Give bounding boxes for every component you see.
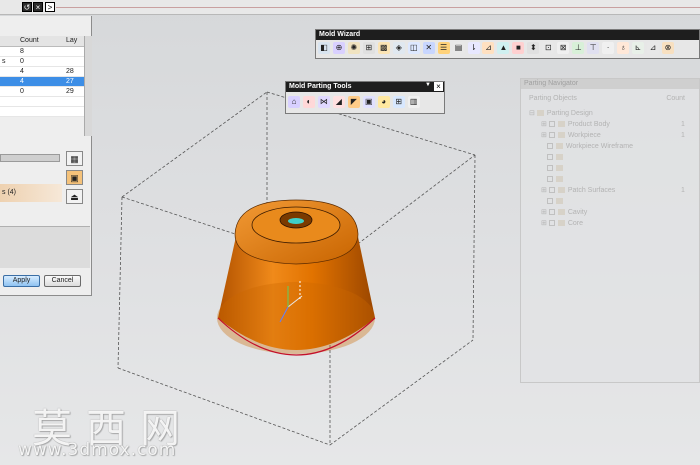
- surface-icon: [557, 187, 565, 194]
- swap-model-icon[interactable]: ⊞: [392, 96, 405, 108]
- cavity-icon: [557, 209, 565, 216]
- pocket-icon[interactable]: ⊤: [587, 42, 600, 54]
- parting-surface-icon[interactable]: ▣: [362, 96, 375, 108]
- sub-insert-icon[interactable]: ▲: [497, 42, 510, 54]
- delete-files-icon[interactable]: ⊗: [661, 42, 674, 54]
- drawing-icon[interactable]: ♁: [617, 42, 630, 54]
- electrode-icon[interactable]: ⊠: [557, 42, 570, 54]
- curves-icon[interactable]: ◐: [302, 96, 315, 108]
- trim-icon[interactable]: ⊥: [572, 42, 585, 54]
- family-mold-icon[interactable]: ◈: [392, 42, 405, 54]
- view-manager-icon[interactable]: ⊿: [646, 42, 659, 54]
- shrinkage-icon[interactable]: ✺: [347, 42, 360, 54]
- mold-wizard-toolbar: Mold Wizard ◧ ⊕ ✺ ⊞ ▩ ◈ ◫ ✕ ☰ ▤ ⇂ ⊿ ▲ ■ …: [315, 29, 700, 59]
- slider-lifter-icon[interactable]: ⊿: [482, 42, 495, 54]
- core-icon: [557, 220, 565, 227]
- cooling-icon[interactable]: ⊡: [542, 42, 555, 54]
- watermark-url: www.3dmox.com: [18, 440, 177, 460]
- backup-surface-icon[interactable]: ▥: [407, 96, 420, 108]
- visibility-checkbox[interactable]: [548, 220, 555, 227]
- product-body: [217, 199, 376, 356]
- cavity-layout-icon[interactable]: ▩: [377, 42, 390, 54]
- mold-wizard-icons: ◧ ⊕ ✺ ⊞ ▩ ◈ ◫ ✕ ☰ ▤ ⇂ ⊿ ▲ ■ ⬍ ⊡ ⊠ ⊥ ⊤ · …: [318, 42, 675, 54]
- list-item[interactable]: [541, 175, 566, 184]
- mold-tools-icon[interactable]: ◫: [407, 42, 420, 54]
- parting-tools-icon[interactable]: ✕: [422, 42, 435, 54]
- nav-item-patch-surfaces[interactable]: ⊞ Patch Surfaces 1: [541, 186, 700, 195]
- parting-navigator: Parting Navigator Parting Objects Count …: [520, 78, 700, 383]
- region-analysis-icon[interactable]: ⌂: [288, 96, 300, 108]
- mold-csys-icon[interactable]: ⊕: [332, 42, 345, 54]
- visibility-checkbox[interactable]: [546, 143, 553, 150]
- parting-tools-title: Mold Parting Tools: [286, 82, 444, 92]
- body-icon: [557, 121, 565, 128]
- runner-icon[interactable]: ⬍: [527, 42, 540, 54]
- ejector-pin-icon[interactable]: ⇂: [467, 42, 480, 54]
- folder-icon: [536, 110, 544, 117]
- gate-icon[interactable]: ■: [512, 42, 525, 54]
- navigator-header: Parting Objects Count: [529, 95, 693, 105]
- toolbar-dropdown-icon[interactable]: ▼: [425, 82, 431, 88]
- workpiece-tool-icon[interactable]: ⊞: [362, 42, 375, 54]
- mold-wizard-title: Mold Wizard: [316, 30, 699, 40]
- nav-item-core[interactable]: ⊞ Core: [541, 219, 583, 228]
- workpiece-icon: [557, 132, 565, 139]
- nav-item-workpiece[interactable]: ⊞ Workpiece 1: [541, 131, 700, 140]
- parting-tools-icons: ⌂ ◐ ⋈ ◢ ◤ ▣ ◕ ⊞ ▥: [288, 96, 421, 108]
- nav-item-parting-design[interactable]: ⊟ Parting Design: [529, 109, 593, 118]
- visibility-checkbox[interactable]: [548, 132, 555, 139]
- project-init-icon[interactable]: ◧: [318, 42, 330, 54]
- nav-item-product-body[interactable]: ⊞ Product Body 1: [541, 120, 700, 129]
- define-regions-icon[interactable]: ◤: [347, 96, 360, 108]
- standard-part-icon[interactable]: ▤: [452, 42, 465, 54]
- wireframe-icon: [555, 143, 563, 150]
- nav-item-cavity[interactable]: ⊞ Cavity: [541, 208, 587, 217]
- mold-base-icon[interactable]: ☰: [437, 42, 450, 54]
- visibility-checkbox[interactable]: [548, 187, 555, 194]
- list-item[interactable]: [541, 153, 566, 162]
- mold-parting-tools-toolbar: Mold Parting Tools ▼ × ⌂ ◐ ⋈ ◢ ◤ ▣ ◕ ⊞ ▥: [285, 81, 445, 114]
- col-count[interactable]: Count: [666, 95, 685, 102]
- list-item[interactable]: [541, 164, 566, 173]
- define-cavity-icon[interactable]: ◕: [377, 96, 390, 108]
- visibility-checkbox[interactable]: [548, 121, 555, 128]
- nav-item-workpiece-wireframe[interactable]: Workpiece Wireframe: [541, 142, 633, 151]
- visibility-checkbox[interactable]: [548, 209, 555, 216]
- patch-icon[interactable]: ⋈: [317, 96, 330, 108]
- list-item[interactable]: [541, 197, 566, 206]
- extend-surface-icon[interactable]: ◢: [332, 96, 345, 108]
- col-parting-objects[interactable]: Parting Objects: [529, 95, 577, 102]
- close-icon[interactable]: ×: [434, 82, 443, 91]
- cast-icon[interactable]: ⊾: [632, 42, 645, 54]
- navigator-title: Parting Navigator: [521, 79, 699, 89]
- bom-icon[interactable]: ·: [602, 42, 615, 54]
